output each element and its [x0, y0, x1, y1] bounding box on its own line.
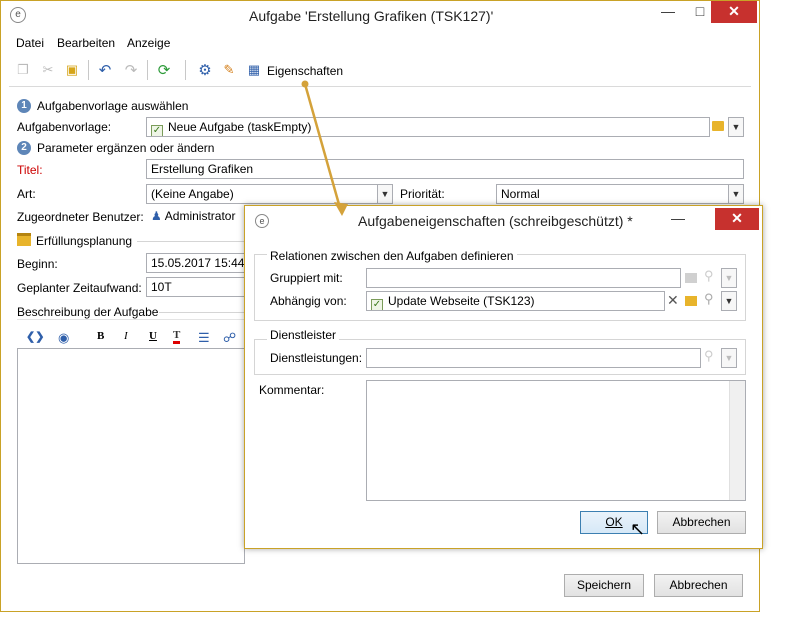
dialog-logo-icon: e [255, 214, 269, 228]
save-button[interactable]: Speichern [564, 574, 644, 597]
text-color-button[interactable]: T [173, 330, 181, 344]
dependency-check-icon: ✓ [371, 299, 383, 310]
planning-divider [137, 241, 245, 242]
title-input[interactable]: Erstellung Grafiken [146, 159, 744, 179]
template-dropdown-button[interactable]: ▼ [728, 117, 744, 137]
depends-input[interactable]: ✓ Update Webseite (TSK123) [366, 291, 665, 311]
toolbar-separator [88, 60, 89, 80]
step-2-badge: 2 [17, 141, 31, 155]
assigned-user-value: Administrator [164, 209, 236, 223]
list-icon[interactable]: ☰ [198, 330, 210, 346]
main-cancel-button[interactable]: Abbrechen [654, 574, 743, 597]
depends-folder-icon[interactable] [685, 296, 697, 306]
undo-icon[interactable]: ↶ [96, 61, 114, 79]
description-editor[interactable] [17, 348, 245, 564]
services-dropdown-button[interactable]: ▼ [721, 348, 737, 368]
toolbar-separator [185, 60, 186, 80]
priority-label: Priorität: [400, 187, 445, 201]
services-input[interactable] [366, 348, 701, 368]
depends-value: Update Webseite (TSK123) [388, 294, 535, 308]
depends-dropdown-button[interactable]: ▼ [721, 291, 737, 311]
italic-button[interactable]: I [124, 330, 128, 342]
source-code-icon[interactable]: ❮❯ [26, 330, 44, 343]
assigned-user-field[interactable]: ♟ Administrator [146, 206, 246, 226]
assigned-user-label: Zugeordneter Benutzer: [17, 210, 144, 224]
find-icon[interactable]: ◉ [58, 330, 69, 346]
link-task-icon[interactable]: ✎ [220, 61, 238, 79]
grouped-folder-icon[interactable] [685, 273, 697, 283]
grouped-search-icon[interactable]: ⚲ [704, 268, 714, 284]
paste-icon[interactable]: ▣ [63, 61, 81, 79]
start-label: Beginn: [17, 257, 58, 271]
toolbar-separator [147, 60, 148, 80]
grouped-dropdown-button[interactable]: ▼ [721, 268, 737, 288]
properties-button[interactable]: Eigenschaften [267, 64, 343, 78]
description-divider [159, 312, 245, 313]
step-2-heading: Parameter ergänzen oder ändern [37, 141, 215, 155]
dialog-title: Aufgabeneigenschaften (schreibgeschützt)… [358, 213, 633, 229]
dialog-minimize-button[interactable]: — [655, 208, 701, 230]
provider-heading: Dienstleister [267, 328, 340, 342]
close-button[interactable]: ✕ [711, 1, 757, 23]
redo-icon[interactable]: ↷ [122, 61, 140, 79]
properties-dialog: e Aufgabeneigenschaften (schreibgeschütz… [244, 205, 763, 549]
description-label: Beschreibung der Aufgabe [17, 305, 159, 319]
copy-icon[interactable]: ❐ [14, 61, 32, 79]
relations-heading: Relationen zwischen den Aufgaben definie… [267, 249, 517, 263]
effort-input[interactable]: 10T [146, 277, 246, 297]
planning-heading: Erfüllungsplanung [36, 234, 133, 248]
settings-icon[interactable]: ⚙ [196, 61, 214, 79]
services-search-icon[interactable]: ⚲ [704, 348, 714, 364]
depends-label: Abhängig von: [270, 294, 347, 308]
insert-link-icon[interactable]: ☍ [223, 330, 236, 346]
type-label: Art: [17, 187, 36, 201]
priority-dropdown-button[interactable]: ▼ [728, 184, 744, 204]
title-label: Titel: [17, 163, 43, 177]
bold-button[interactable]: B [97, 330, 104, 342]
rte-toolbar-border [17, 319, 245, 320]
menu-anzeige[interactable]: Anzeige [127, 36, 170, 50]
menu-datei[interactable]: Datei [16, 36, 44, 50]
calendar-icon [17, 233, 31, 246]
template-value: Neue Aufgabe (taskEmpty) [168, 120, 312, 134]
clear-icon[interactable]: ✕ [667, 292, 679, 309]
menu-bearbeiten[interactable]: Bearbeiten [57, 36, 115, 50]
underline-button[interactable]: U [149, 330, 157, 342]
grouped-input[interactable] [366, 268, 681, 288]
comment-scrollbar[interactable] [729, 381, 745, 500]
mouse-cursor-icon: ↖ [630, 519, 646, 539]
depends-search-icon[interactable]: ⚲ [704, 291, 714, 307]
app-logo-icon: e [10, 7, 26, 23]
services-label: Dienstleistungen: [270, 351, 363, 365]
task-check-icon: ✓ [151, 125, 163, 136]
priority-select[interactable]: Normal [496, 184, 729, 204]
dialog-cancel-button[interactable]: Abbrechen [657, 511, 746, 534]
comment-textarea[interactable] [366, 380, 746, 501]
dialog-close-button[interactable]: ✕ [715, 208, 759, 230]
type-select[interactable]: (Keine Angabe) [146, 184, 378, 204]
toolbar-bottom-border [9, 86, 751, 87]
type-dropdown-button[interactable]: ▼ [377, 184, 393, 204]
step-1-heading: Aufgabenvorlage auswählen [37, 99, 189, 113]
template-field[interactable]: ✓ Neue Aufgabe (taskEmpty) [146, 117, 710, 137]
properties-icon[interactable]: ▦ [245, 61, 263, 79]
grouped-label: Gruppiert mit: [270, 271, 343, 285]
main-window-title: Aufgabe 'Erstellung Grafiken (TSK127)' [249, 8, 494, 24]
refresh-icon[interactable]: ⟳ [155, 61, 173, 79]
cut-icon[interactable]: ✂ [39, 61, 57, 79]
main-titlebar: e Aufgabe 'Erstellung Grafiken (TSK127)'… [1, 1, 759, 31]
folder-icon[interactable] [712, 121, 724, 131]
effort-label: Geplanter Zeitaufwand: [17, 281, 142, 295]
template-label: Aufgabenvorlage: [17, 120, 112, 134]
dialog-titlebar: e Aufgabeneigenschaften (schreibgeschütz… [245, 206, 762, 236]
user-icon: ♟ [151, 209, 162, 223]
start-input[interactable]: 15.05.2017 15:44:28 [146, 253, 246, 273]
step-1-badge: 1 [17, 99, 31, 113]
comment-label: Kommentar: [259, 383, 325, 397]
